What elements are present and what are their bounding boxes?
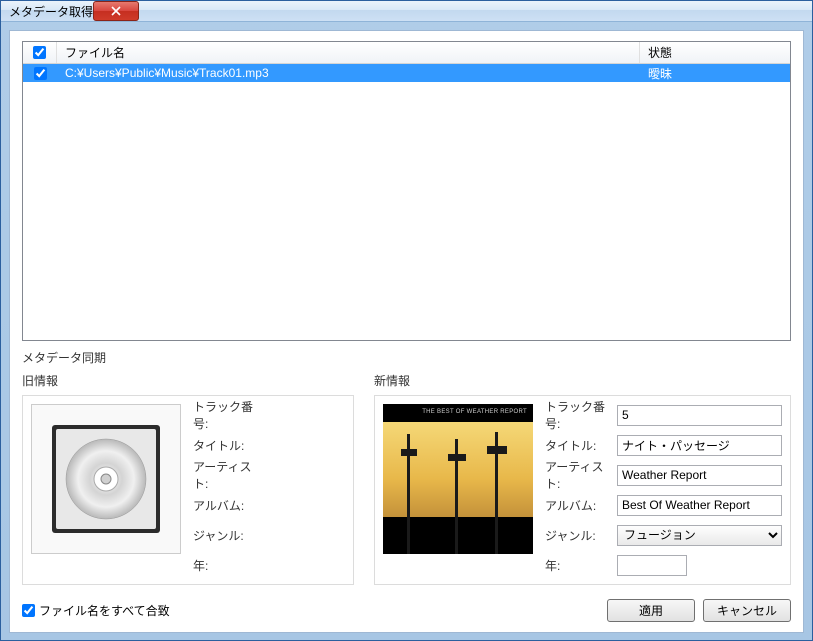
- match-all-text: ファイル名をすべて合致: [39, 602, 170, 619]
- new-info-title: 新情報: [374, 372, 791, 389]
- sync-label: メタデータ同期: [22, 349, 791, 366]
- new-album-input[interactable]: [617, 495, 782, 516]
- old-info-body: トラック番号: タイトル: アーティスト: アルバム: ジャンル: 年:: [22, 395, 354, 585]
- new-artist-label: アーティスト:: [545, 458, 617, 492]
- new-album-label: アルバム:: [545, 497, 617, 514]
- header-filename[interactable]: ファイル名: [57, 42, 640, 63]
- meta-section: 旧情報: [22, 372, 791, 585]
- new-title-label: タイトル:: [545, 437, 617, 454]
- match-all-checkbox[interactable]: [22, 604, 35, 617]
- file-list: ファイル名 状態 C:¥Users¥Public¥Music¥Track01.m…: [22, 41, 791, 341]
- cd-icon: [46, 419, 166, 539]
- old-album-art: [31, 404, 181, 554]
- apply-button[interactable]: 適用: [607, 599, 695, 622]
- new-album-art: THE BEST OF WEATHER REPORT: [383, 404, 533, 554]
- new-artist-input[interactable]: [617, 465, 782, 486]
- list-body: C:¥Users¥Public¥Music¥Track01.mp3 曖昧: [23, 64, 790, 340]
- old-album-label: アルバム:: [193, 497, 265, 514]
- new-track-input[interactable]: [617, 405, 782, 426]
- new-genre-label: ジャンル:: [545, 527, 617, 544]
- new-info-column: 新情報 THE BEST OF WEATHER REPORT トラック番号: タ…: [374, 372, 791, 585]
- titlebar: メタデータ取得: [1, 1, 812, 22]
- new-year-label: 年:: [545, 557, 617, 574]
- row-status: 曖昧: [640, 65, 790, 82]
- old-track-label: トラック番号:: [193, 398, 265, 432]
- select-all-checkbox[interactable]: [33, 46, 46, 59]
- header-checkbox-col: [23, 42, 57, 63]
- new-genre-select[interactable]: フュージョン: [617, 525, 782, 546]
- footer: ファイル名をすべて合致 適用 キャンセル: [22, 599, 791, 622]
- old-genre-label: ジャンル:: [193, 527, 265, 544]
- header-status[interactable]: 状態: [640, 42, 790, 63]
- old-fields: トラック番号: タイトル: アーティスト: アルバム: ジャンル: 年:: [193, 404, 345, 576]
- cancel-button[interactable]: キャンセル: [703, 599, 791, 622]
- new-track-label: トラック番号:: [545, 398, 617, 432]
- album-art-text: THE BEST OF WEATHER REPORT: [422, 409, 527, 415]
- old-artist-label: アーティスト:: [193, 458, 265, 492]
- new-year-input[interactable]: [617, 555, 687, 576]
- old-title-label: タイトル:: [193, 437, 265, 454]
- list-header: ファイル名 状態: [23, 42, 790, 64]
- close-icon: [111, 6, 121, 16]
- match-all-label[interactable]: ファイル名をすべて合致: [22, 602, 170, 619]
- new-title-input[interactable]: [617, 435, 782, 456]
- row-filename: C:¥Users¥Public¥Music¥Track01.mp3: [57, 66, 640, 80]
- close-button[interactable]: [93, 1, 139, 21]
- new-info-body: THE BEST OF WEATHER REPORT トラック番号: タイトル:…: [374, 395, 791, 585]
- old-info-column: 旧情報: [22, 372, 354, 585]
- window-title: メタデータ取得: [9, 3, 93, 20]
- new-fields: トラック番号: タイトル: アーティスト: アルバム: ジャンル:フュージョン …: [545, 404, 782, 576]
- old-info-title: 旧情報: [22, 372, 354, 389]
- content-area: ファイル名 状態 C:¥Users¥Public¥Music¥Track01.m…: [9, 30, 804, 633]
- table-row[interactable]: C:¥Users¥Public¥Music¥Track01.mp3 曖昧: [23, 64, 790, 82]
- old-year-label: 年:: [193, 557, 265, 574]
- row-checkbox[interactable]: [34, 67, 47, 80]
